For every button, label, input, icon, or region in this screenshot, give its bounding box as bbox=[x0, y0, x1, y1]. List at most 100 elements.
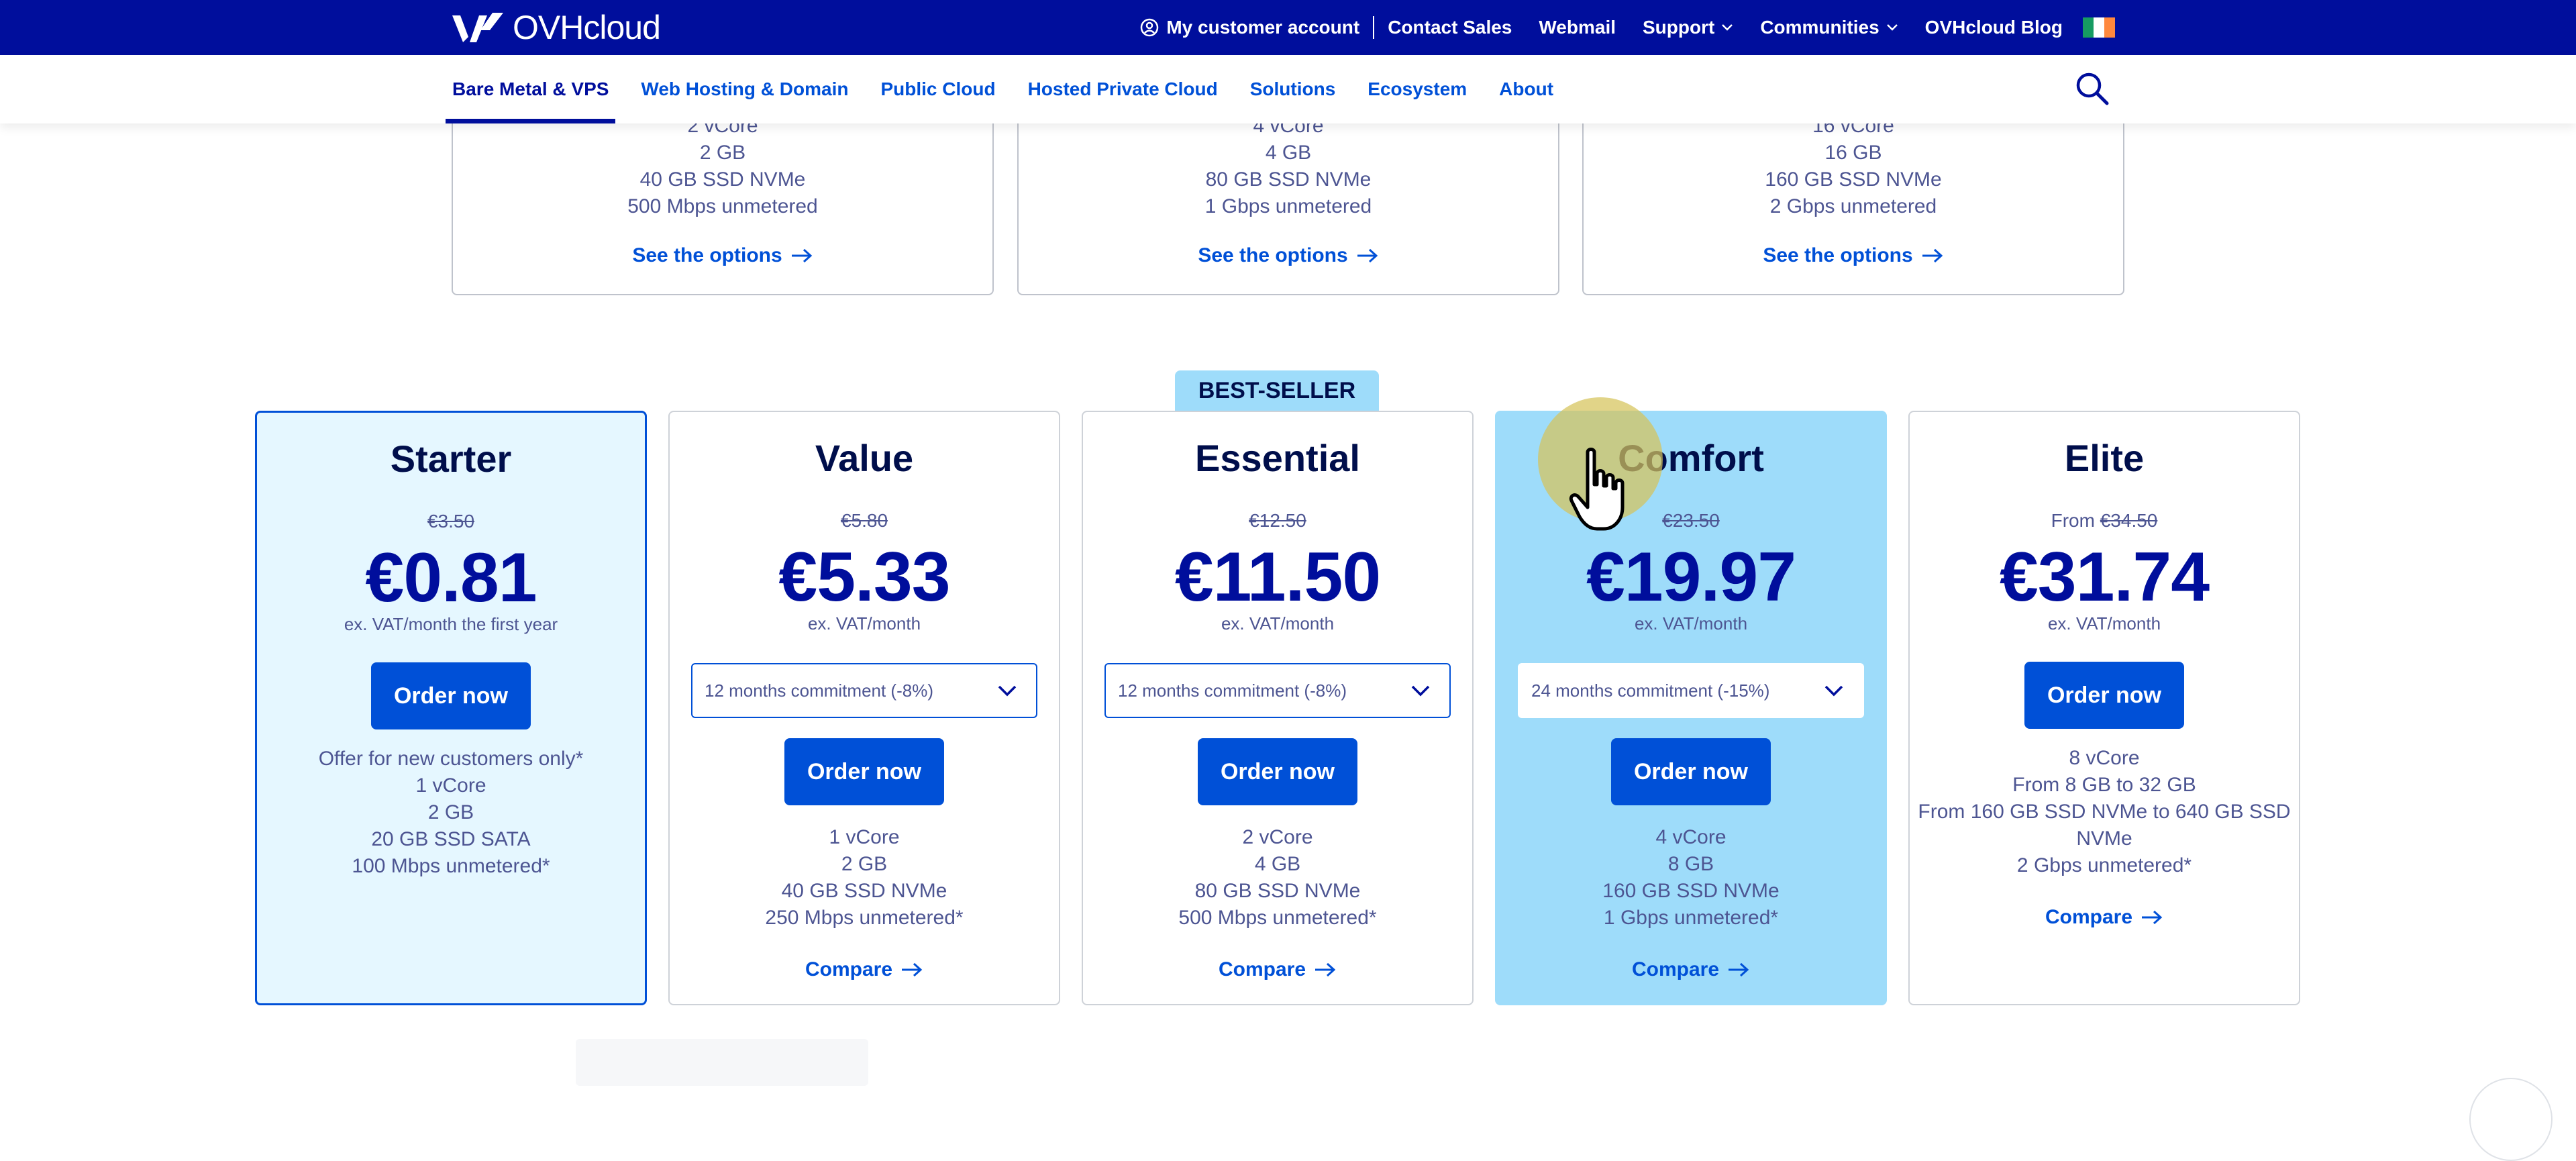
order-now-button[interactable]: Order now bbox=[2024, 662, 2185, 729]
nav-item-bare-metal-vps[interactable]: Bare Metal & VPS bbox=[445, 55, 616, 123]
plan-card-essential: Essential €12.50 €11.50 ex. VAT/month 12… bbox=[1082, 411, 1474, 1005]
plan-card-starter: Starter €3.50 €0.81 ex. VAT/month the fi… bbox=[255, 411, 647, 1005]
compare-link[interactable]: Compare bbox=[1083, 958, 1472, 981]
webmail-link[interactable]: Webmail bbox=[1525, 17, 1629, 38]
top-links: My customer account Contact Sales Webmai… bbox=[1126, 0, 2115, 55]
order-now-button[interactable]: Order now bbox=[784, 738, 945, 805]
old-price-value: €23.50 bbox=[1662, 510, 1720, 531]
commitment-value: 12 months commitment (-8%) bbox=[1118, 680, 1347, 701]
feature-line: 4 GB bbox=[1254, 853, 1301, 875]
old-price: €5.80 bbox=[670, 510, 1059, 532]
price-note: ex. VAT/month bbox=[1221, 613, 1335, 634]
old-price-value: €12.50 bbox=[1249, 510, 1306, 531]
old-price: From €34.50 bbox=[1910, 510, 2299, 532]
arrow-right-icon bbox=[791, 248, 812, 263]
upper-card-specs: 4 vCore 4 GB 80 GB SSD NVMe 1 Gbps unmet… bbox=[1019, 113, 1558, 220]
price-note: ex. VAT/month bbox=[1634, 613, 1748, 634]
ovhcloud-logo[interactable]: OVHcloud bbox=[450, 8, 661, 47]
see-the-options-link[interactable]: See the options bbox=[1019, 244, 1558, 267]
nav-item-public-cloud[interactable]: Public Cloud bbox=[880, 55, 995, 123]
plan-price: €0.81 bbox=[365, 539, 537, 617]
chevron-down-icon bbox=[998, 685, 1017, 697]
order-now-button[interactable]: Order now bbox=[1610, 738, 1771, 805]
feature-line: 250 Mbps unmetered* bbox=[765, 907, 964, 929]
nav-item-ecosystem[interactable]: Ecosystem bbox=[1368, 55, 1467, 123]
feature-line: 500 Mbps unmetered* bbox=[1178, 907, 1377, 929]
old-price: €12.50 bbox=[1083, 510, 1472, 532]
ovhcloud-blog-label: OVHcloud Blog bbox=[1924, 17, 2063, 38]
plan-features: 1 vCore 2 GB 40 GB SSD NVMe 250 Mbps unm… bbox=[676, 824, 1052, 931]
old-price-value: €5.80 bbox=[840, 510, 888, 531]
old-price-value: €34.50 bbox=[2100, 510, 2158, 531]
spec-line: 160 GB SSD NVMe bbox=[1765, 168, 1942, 191]
search-icon[interactable] bbox=[2073, 70, 2111, 107]
old-price-prefix: From bbox=[2051, 510, 2095, 531]
feature-line: 80 GB SSD NVMe bbox=[1194, 880, 1361, 902]
main-nav: Bare Metal & VPS Web Hosting & Domain Pu… bbox=[0, 55, 2576, 123]
see-the-options-label: See the options bbox=[1763, 244, 1913, 266]
logo-text: OVHcloud bbox=[513, 9, 661, 46]
commitment-select[interactable]: 12 months commitment (-8%) bbox=[1104, 663, 1451, 718]
compare-link[interactable]: Compare bbox=[1910, 906, 2299, 929]
arrow-right-icon bbox=[1357, 248, 1378, 263]
upper-plan-card-1: 2 vCore 2 GB 40 GB SSD NVMe 500 Mbps unm… bbox=[452, 94, 994, 295]
plan-features: Offer for new customers only* 1 vCore 2 … bbox=[264, 746, 638, 880]
scroll-to-top-button[interactable] bbox=[2469, 1078, 2553, 1161]
chevron-down-icon bbox=[1722, 24, 1733, 31]
nav-item-about[interactable]: About bbox=[1499, 55, 1553, 123]
feature-line: 2 vCore bbox=[1242, 826, 1313, 848]
order-now-button[interactable]: Order now bbox=[1197, 738, 1358, 805]
see-the-options-link[interactable]: See the options bbox=[453, 244, 992, 267]
contact-sales-link[interactable]: Contact Sales bbox=[1374, 17, 1525, 38]
user-circle-icon bbox=[1141, 18, 1159, 37]
spec-line: 4 GB bbox=[1265, 142, 1312, 164]
order-now-button[interactable]: Order now bbox=[370, 662, 531, 729]
loading-placeholder bbox=[576, 1039, 868, 1086]
price-note: ex. VAT/month bbox=[807, 613, 921, 634]
spec-line: 80 GB SSD NVMe bbox=[1205, 168, 1372, 191]
communities-label: Communities bbox=[1760, 17, 1879, 38]
plan-price: €11.50 bbox=[1174, 538, 1381, 616]
price-note: ex. VAT/month the first year bbox=[344, 614, 558, 634]
plan-price: €31.74 bbox=[1999, 538, 2210, 616]
chevron-down-icon bbox=[1824, 685, 1843, 697]
nav-item-hosted-private-cloud[interactable]: Hosted Private Cloud bbox=[1028, 55, 1218, 123]
compare-link[interactable]: Compare bbox=[1496, 958, 1886, 981]
spec-line: 40 GB SSD NVMe bbox=[639, 168, 806, 191]
plan-name: Essential bbox=[1195, 437, 1360, 479]
commitment-value: 24 months commitment (-15%) bbox=[1531, 680, 1770, 701]
nav-item-web-hosting-domain[interactable]: Web Hosting & Domain bbox=[641, 55, 848, 123]
feature-line: 20 GB SSD SATA bbox=[371, 828, 531, 850]
feature-line: From 160 GB SSD NVMe to 640 GB SSD NVMe bbox=[1918, 801, 2291, 850]
best-seller-badge: BEST-SELLER bbox=[1175, 370, 1379, 411]
feature-line: 2 GB bbox=[841, 853, 888, 875]
support-menu[interactable]: Support bbox=[1629, 17, 1747, 38]
my-customer-account-label: My customer account bbox=[1166, 17, 1360, 38]
feature-line: 8 vCore bbox=[2069, 747, 2140, 769]
feature-line: 40 GB SSD NVMe bbox=[781, 880, 947, 902]
communities-menu[interactable]: Communities bbox=[1747, 17, 1911, 38]
plan-name: Value bbox=[815, 437, 914, 479]
ireland-flag-icon[interactable] bbox=[2083, 17, 2115, 38]
ovhcloud-logo-icon bbox=[452, 13, 503, 42]
commitment-select[interactable]: 24 months commitment (-15%) bbox=[1518, 663, 1864, 718]
compare-label: Compare bbox=[1631, 958, 1720, 980]
plan-features: 4 vCore 8 GB 160 GB SSD NVMe 1 Gbps unme… bbox=[1503, 824, 1879, 931]
arrow-right-icon bbox=[1315, 962, 1336, 977]
spec-line: 16 GB bbox=[1824, 142, 1882, 164]
arrow-right-icon bbox=[1922, 248, 1943, 263]
arrow-right-icon bbox=[902, 962, 923, 977]
ovhcloud-blog-link[interactable]: OVHcloud Blog bbox=[1912, 17, 2076, 38]
my-customer-account-link[interactable]: My customer account bbox=[1126, 17, 1373, 38]
plan-features: 8 vCore From 8 GB to 32 GB From 160 GB S… bbox=[1916, 745, 2292, 879]
compare-link[interactable]: Compare bbox=[670, 958, 1059, 981]
nav-item-solutions[interactable]: Solutions bbox=[1250, 55, 1336, 123]
plan-price: €19.97 bbox=[1586, 538, 1796, 616]
plan-card-value: Value €5.80 €5.33 ex. VAT/month 12 month… bbox=[668, 411, 1060, 1005]
see-the-options-link[interactable]: See the options bbox=[1584, 244, 2123, 267]
feature-line: 2 Gbps unmetered* bbox=[2016, 854, 2192, 876]
compare-label: Compare bbox=[2045, 906, 2133, 928]
webmail-label: Webmail bbox=[1539, 17, 1616, 38]
commitment-select[interactable]: 12 months commitment (-8%) bbox=[691, 663, 1037, 718]
chevron-down-icon bbox=[1411, 685, 1430, 697]
